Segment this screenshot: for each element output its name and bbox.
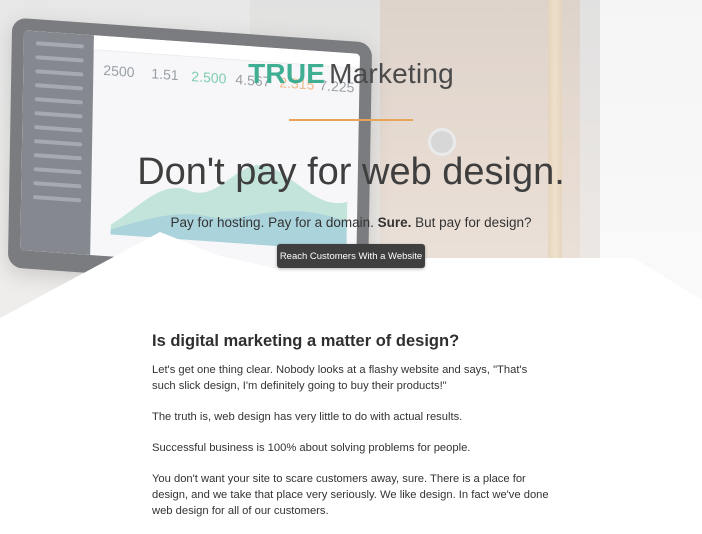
brand-logo[interactable]: TRUE Marketing bbox=[0, 58, 702, 90]
article-paragraph: Successful business is 100% about solvin… bbox=[152, 442, 471, 454]
hero-headline: Don't pay for web design. bbox=[137, 151, 565, 193]
article-paragraph: Let's get one thing clear. Nobody looks … bbox=[152, 364, 528, 392]
hero-subline: Pay for hosting. Pay for a domain. Sure.… bbox=[0, 215, 702, 230]
article-paragraph: The truth is, web design has very little… bbox=[152, 411, 463, 423]
cta-button[interactable]: Reach Customers With a Website bbox=[277, 244, 425, 268]
subline-text-end: But pay for design? bbox=[411, 215, 532, 230]
article-section: Is digital marketing a matter of design?… bbox=[152, 330, 552, 534]
logo-underline bbox=[289, 119, 413, 121]
subline-bold-text: Sure. bbox=[377, 215, 412, 230]
logo-true-text: TRUE bbox=[248, 58, 326, 89]
article-paragraph: You don't want your site to scare custom… bbox=[152, 473, 549, 517]
logo-marketing-text: Marketing bbox=[329, 58, 454, 89]
article-title: Is digital marketing a matter of design? bbox=[152, 332, 460, 350]
subline-text: Pay for hosting. Pay for a domain. bbox=[170, 215, 378, 230]
